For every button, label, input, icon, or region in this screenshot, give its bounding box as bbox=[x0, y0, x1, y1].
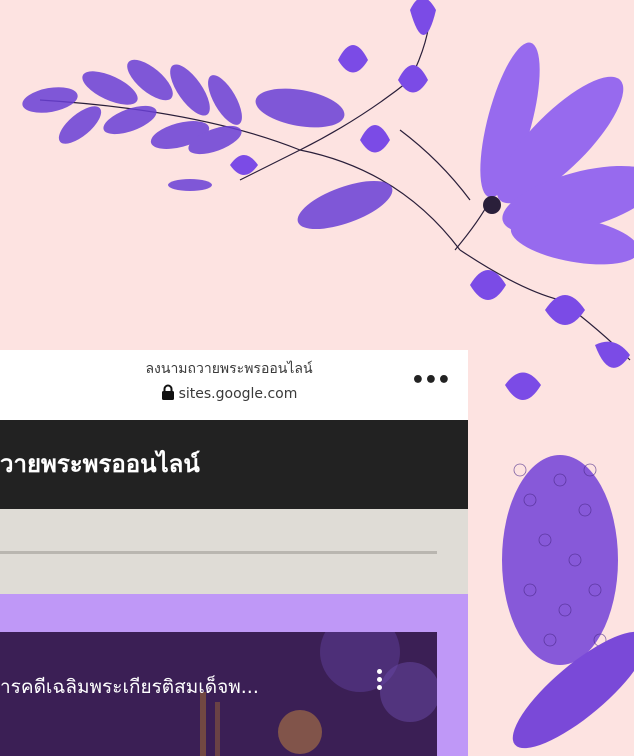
divider bbox=[0, 551, 437, 554]
url-domain: sites.google.com bbox=[178, 386, 298, 402]
site-header: วายพระพรออนไลน์ bbox=[0, 420, 468, 509]
content-strip bbox=[0, 509, 468, 594]
page-name: ลงนามถวายพระพรออนไลน์ bbox=[145, 361, 313, 377]
video-embed[interactable]: ารคดีเฉลิมพระเกียรติสมเด็จพ... bbox=[0, 632, 437, 756]
video-menu-icon[interactable] bbox=[370, 666, 388, 696]
phone-screen: ลงนามถวายพระพรออนไลน์ sites.google.com •… bbox=[0, 350, 468, 756]
more-options-icon[interactable]: ••• bbox=[411, 368, 451, 393]
browser-address-bar[interactable]: ลงนามถวายพระพรออนไลน์ sites.google.com •… bbox=[0, 350, 468, 420]
url-row[interactable]: sites.google.com bbox=[0, 384, 463, 404]
lock-icon bbox=[161, 384, 175, 404]
video-title: ารคดีเฉลิมพระเกียรติสมเด็จพ... bbox=[0, 676, 259, 698]
site-title: วายพระพรออนไลน์ bbox=[0, 449, 200, 478]
